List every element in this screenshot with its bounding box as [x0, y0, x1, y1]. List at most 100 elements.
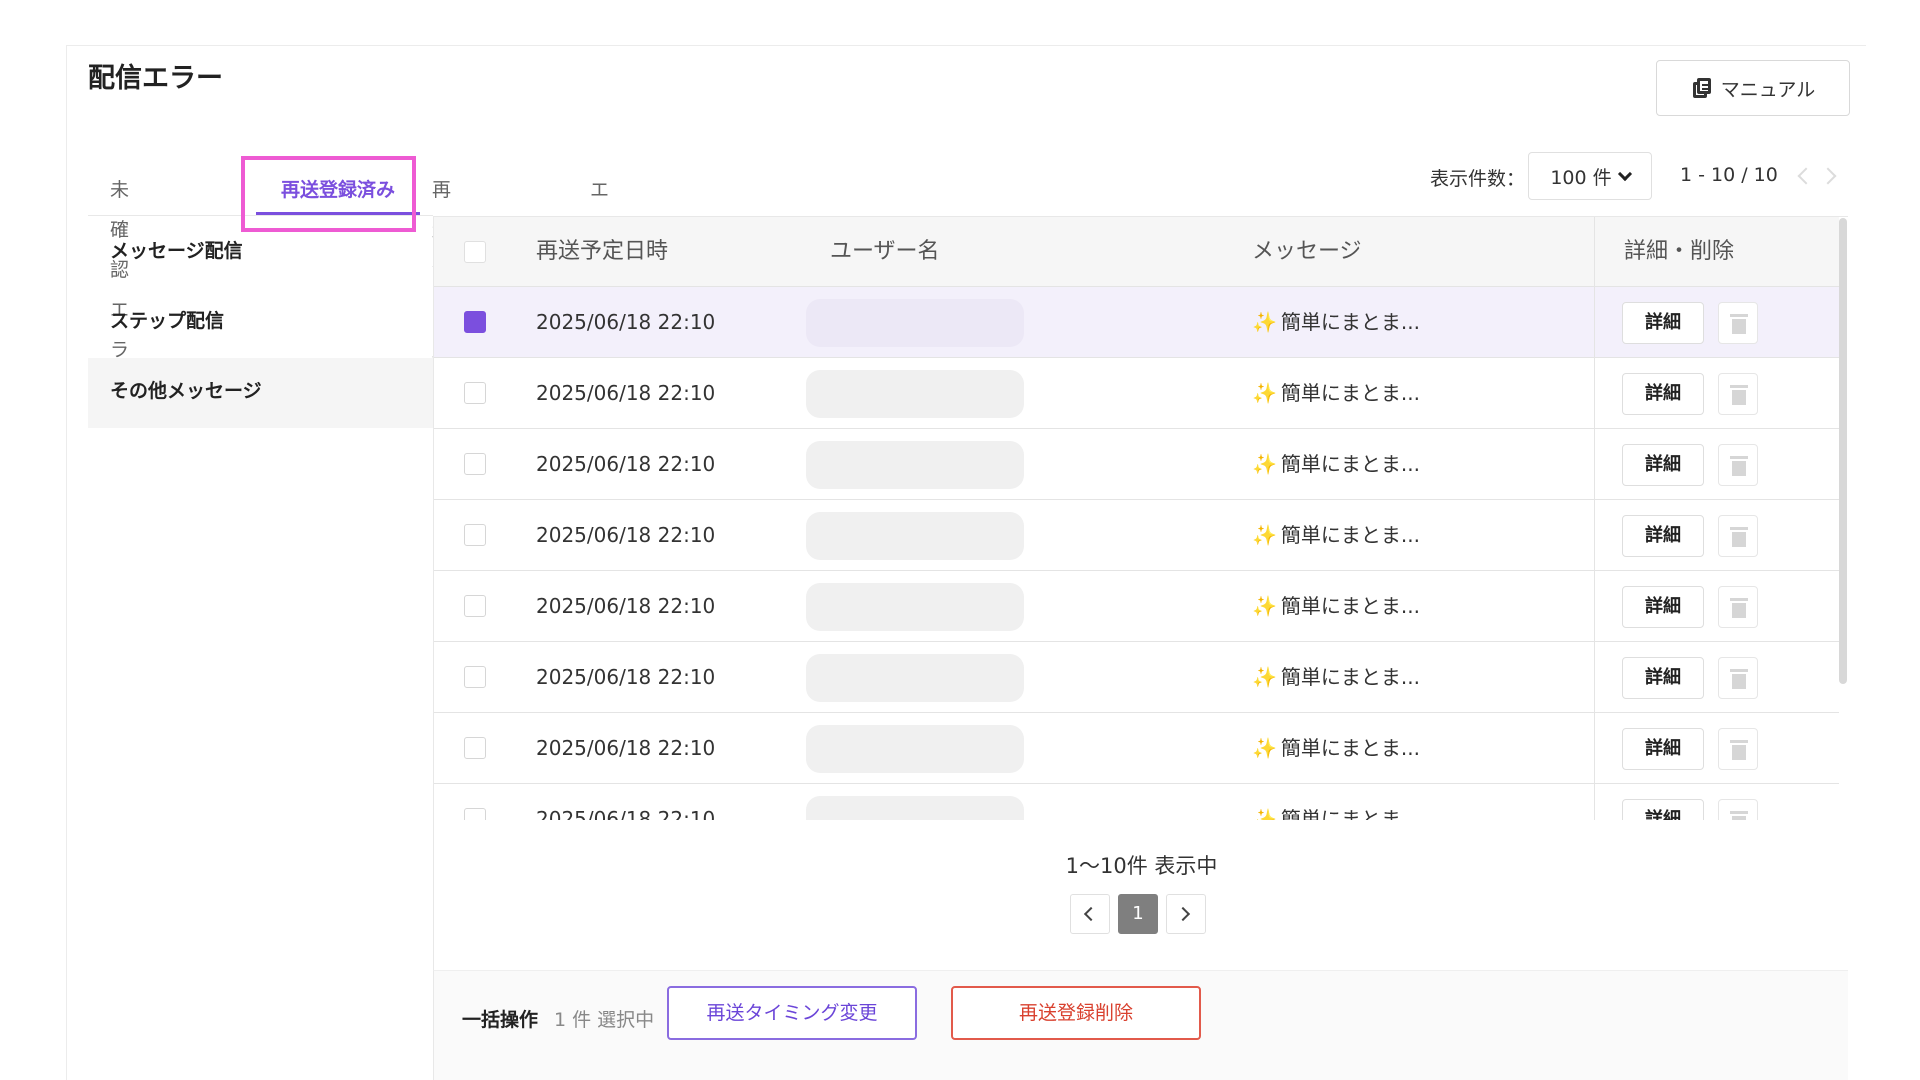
sidebar-item-step-delivery[interactable]: ステップ配信 — [88, 288, 433, 358]
delete-button[interactable] — [1718, 586, 1758, 628]
row-user-name — [806, 299, 1024, 347]
row-checkbox[interactable] — [464, 666, 486, 688]
chevron-left-icon — [1083, 906, 1099, 922]
row-date: 2025/06/18 22:10 — [536, 452, 716, 476]
tab-underline — [88, 215, 433, 216]
tab-error-causes[interactable]: エラー原因一覧 — [590, 170, 609, 441]
table-row[interactable]: 2025/06/18 22:10 ✨ 簡単にまとま... 詳細 — [434, 358, 1839, 429]
row-checkbox[interactable] — [464, 808, 486, 820]
delete-button[interactable] — [1718, 657, 1758, 699]
next-page-button[interactable] — [1166, 894, 1206, 934]
count-text: 1～10件 表示中 — [1065, 854, 1218, 878]
header-date: 再送予定日時 — [536, 239, 669, 264]
table-row[interactable]: 2025/06/18 22:10 ✨ 簡単にまとま... 詳細 — [434, 500, 1839, 571]
delete-button[interactable] — [1718, 302, 1758, 344]
pager: 1 — [1070, 894, 1206, 934]
sidebar-item-other-messages[interactable]: その他メッセージ — [88, 358, 433, 428]
change-timing-button[interactable]: 再送タイミング変更 — [667, 986, 917, 1040]
sparkle-icon: ✨ — [1252, 736, 1277, 760]
sparkle-icon: ✨ — [1252, 807, 1277, 820]
detail-button[interactable]: 詳細 — [1622, 586, 1704, 628]
row-message: ✨ 簡単にまとま... — [1252, 784, 1420, 820]
table-row[interactable]: 2025/06/18 22:10 ✨ 簡単にまとま... 詳細 — [434, 784, 1839, 820]
row-checkbox[interactable] — [464, 737, 486, 759]
page-1-button[interactable]: 1 — [1118, 894, 1158, 934]
select-all-checkbox[interactable] — [464, 241, 486, 263]
row-checkbox[interactable] — [464, 595, 486, 617]
header-actions: 詳細・削除 — [1624, 239, 1735, 264]
detail-button[interactable]: 詳細 — [1622, 515, 1704, 557]
trash-icon — [1730, 669, 1748, 689]
row-message: ✨ 簡単にまとま... — [1252, 358, 1420, 428]
table-row[interactable]: 2025/06/18 22:10 ✨ 簡単にまとま... 詳細 — [434, 642, 1839, 713]
row-message: ✨ 簡単にまとま... — [1252, 287, 1420, 357]
tab-resend-registered[interactable]: 再送登録済み — [256, 170, 420, 215]
prev-page-button[interactable] — [1070, 894, 1110, 934]
table-row[interactable]: 2025/06/18 22:10 ✨ 簡単にまとま... 詳細 — [434, 287, 1839, 358]
delete-button[interactable] — [1718, 728, 1758, 770]
table-row[interactable]: 2025/06/18 22:10 ✨ 簡単にまとま... 詳細 — [434, 713, 1839, 784]
bulk-selected-count: 1 件 選択中 — [554, 1009, 655, 1031]
page-size-select[interactable]: 100 件 — [1528, 152, 1652, 200]
sparkle-icon: ✨ — [1252, 381, 1277, 405]
page-title: 配信エラー — [88, 63, 223, 94]
row-checkbox[interactable] — [464, 311, 486, 333]
detail-button[interactable]: 詳細 — [1622, 728, 1704, 770]
trash-icon — [1730, 456, 1748, 476]
row-message: ✨ 簡単にまとま... — [1252, 500, 1420, 570]
manual-button[interactable]: マニュアル — [1656, 60, 1850, 116]
table-row[interactable]: 2025/06/18 22:10 ✨ 簡単にまとま... 詳細 — [434, 571, 1839, 642]
row-date: 2025/06/18 22:10 — [536, 807, 716, 820]
tab-resent-history[interactable]: 再送済み履歴 — [432, 170, 451, 401]
trash-icon — [1730, 598, 1748, 618]
detail-button[interactable]: 詳細 — [1622, 444, 1704, 486]
trash-icon — [1730, 385, 1748, 405]
detail-button[interactable]: 詳細 — [1622, 302, 1704, 344]
row-user-name — [806, 370, 1024, 418]
row-date: 2025/06/18 22:10 — [536, 736, 716, 760]
row-message-text: 簡単にまとま... — [1280, 523, 1420, 547]
chevron-down-icon — [1617, 166, 1632, 181]
header-message: メッセージ — [1252, 239, 1362, 264]
row-user-name — [806, 725, 1024, 773]
delete-button[interactable] — [1718, 373, 1758, 415]
detail-button[interactable]: 詳細 — [1622, 373, 1704, 415]
row-message-text: 簡単にまとま... — [1280, 594, 1420, 618]
delete-button[interactable] — [1718, 799, 1758, 820]
sparkle-icon: ✨ — [1252, 310, 1277, 334]
row-message: ✨ 簡単にまとま... — [1252, 571, 1420, 641]
table-row[interactable]: 2025/06/18 22:10 ✨ 簡単にまとま... 詳細 — [434, 429, 1839, 500]
page-size-label: 表示件数： — [1430, 168, 1526, 190]
sparkle-icon: ✨ — [1252, 523, 1277, 547]
sidebar: メッセージ配信 ステップ配信 その他メッセージ — [88, 218, 433, 428]
row-message-text: 簡単にまとま... — [1280, 310, 1420, 334]
row-checkbox[interactable] — [464, 524, 486, 546]
manual-button-label: マニュアル — [1720, 78, 1816, 101]
table-scrollbar[interactable] — [1839, 218, 1847, 684]
row-message: ✨ 簡単にまとま... — [1252, 713, 1420, 783]
row-message-text: 簡単にまとま... — [1280, 665, 1420, 689]
sparkle-icon: ✨ — [1252, 452, 1277, 476]
range-text: 1 - 10 / 10 — [1680, 164, 1778, 186]
row-message: ✨ 簡単にまとま... — [1252, 642, 1420, 712]
row-checkbox[interactable] — [464, 382, 486, 404]
column-divider — [1594, 217, 1595, 820]
book-icon — [1691, 78, 1711, 98]
row-user-name — [806, 441, 1024, 489]
bulk-label: 一括操作 — [462, 1009, 539, 1031]
row-message: ✨ 簡単にまとま... — [1252, 429, 1420, 499]
row-date: 2025/06/18 22:10 — [536, 310, 716, 334]
row-checkbox[interactable] — [464, 453, 486, 475]
table-header: 再送予定日時 ユーザー名 メッセージ 詳細・削除 — [434, 217, 1839, 287]
delete-registration-button[interactable]: 再送登録削除 — [951, 986, 1201, 1040]
page-size-value: 100 件 — [1550, 166, 1612, 189]
tab-unconfirmed-errors[interactable]: 未確認エラー — [110, 170, 129, 401]
bulk-action-bar: 一括操作 1 件 選択中 再送タイミング変更 再送登録削除 — [433, 970, 1848, 1080]
sidebar-item-message-delivery[interactable]: メッセージ配信 — [88, 218, 433, 288]
detail-button[interactable]: 詳細 — [1622, 657, 1704, 699]
row-date: 2025/06/18 22:10 — [536, 381, 716, 405]
detail-button[interactable]: 詳細 — [1622, 799, 1704, 820]
delete-button[interactable] — [1718, 515, 1758, 557]
delete-button[interactable] — [1718, 444, 1758, 486]
sparkle-icon: ✨ — [1252, 665, 1277, 689]
